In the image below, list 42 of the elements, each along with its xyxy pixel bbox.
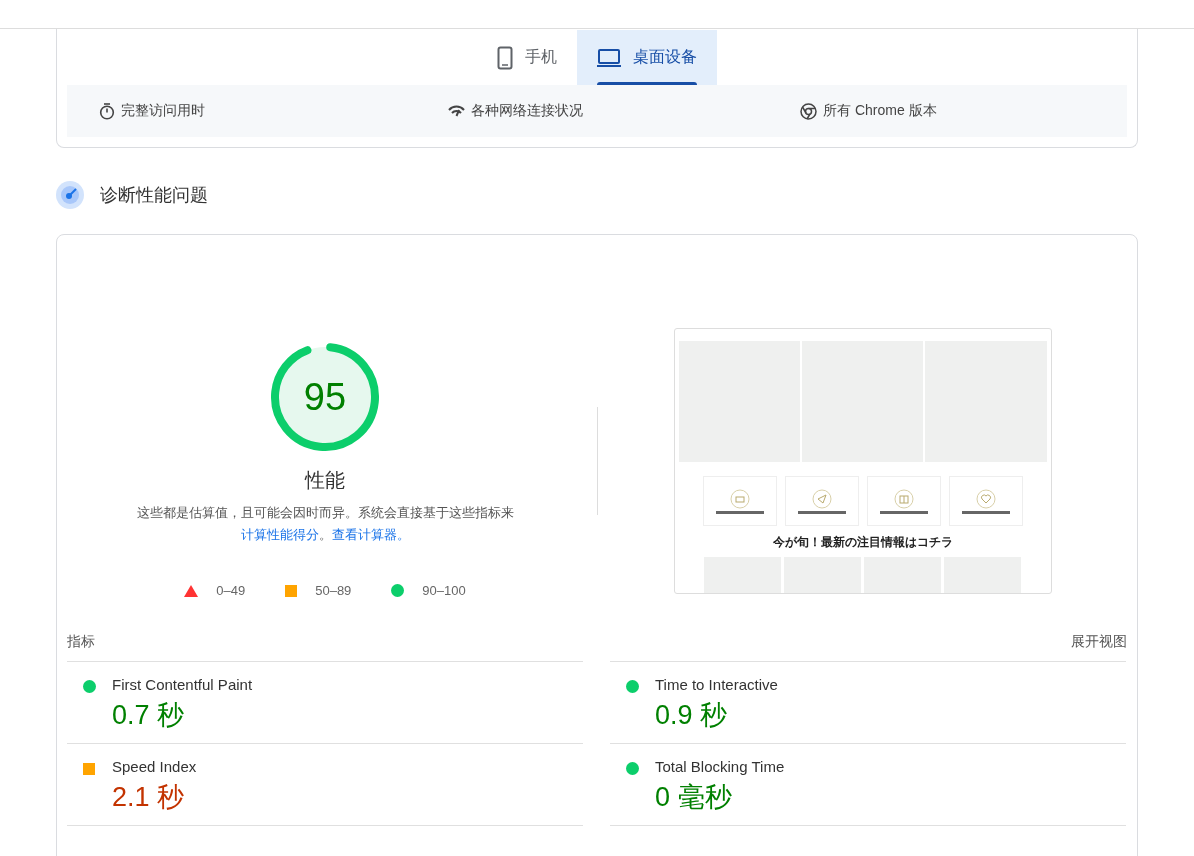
legend-range: 50–89 bbox=[315, 583, 352, 598]
laptop-icon bbox=[597, 48, 621, 67]
feature-icon bbox=[893, 488, 914, 509]
triangle-icon bbox=[184, 584, 199, 597]
metric-value: 0.7 秒 bbox=[112, 699, 186, 732]
description-link[interactable]: 查看计算器。 bbox=[331, 527, 410, 542]
dot-icon bbox=[391, 584, 405, 597]
metric-value: 0.9 秒 bbox=[655, 699, 729, 732]
info-text: 完整访问用时 bbox=[121, 102, 205, 120]
chrome-icon bbox=[800, 102, 817, 120]
score-gauge: 95 bbox=[269, 341, 381, 453]
diagnose-icon bbox=[56, 181, 84, 209]
feature-icon bbox=[811, 488, 832, 509]
square-icon bbox=[285, 584, 298, 597]
feature-icon bbox=[729, 488, 750, 509]
info-text: 所有 Chrome 版本 bbox=[823, 102, 937, 120]
screenshot-headline: 今が旬！最新の注目情報はコチラ bbox=[771, 534, 954, 551]
feature-icon bbox=[975, 488, 996, 509]
info-text: 各种网络连接状况 bbox=[471, 102, 583, 120]
legend-range: 0–49 bbox=[216, 583, 246, 598]
description-link[interactable]: 计算性能得分 bbox=[240, 527, 319, 542]
metric-value: 0 毫秒 bbox=[655, 781, 733, 814]
square-icon bbox=[83, 763, 95, 775]
signal-icon bbox=[448, 105, 465, 117]
metric-name: Time to Interactive bbox=[655, 676, 779, 693]
section-title: 诊断性能问题 bbox=[100, 184, 208, 207]
gauge-label: 性能 bbox=[305, 468, 345, 493]
metric-name: Total Blocking Time bbox=[655, 758, 786, 775]
device-tab[interactable]: 桌面设备 bbox=[577, 30, 717, 85]
metric-name: Speed Index bbox=[112, 758, 198, 775]
metrics-title: 指标 bbox=[67, 633, 95, 651]
expand-view-link[interactable]: 展开视图 bbox=[1071, 633, 1127, 651]
dot-icon bbox=[626, 762, 639, 775]
phone-icon bbox=[497, 45, 513, 70]
dot-icon bbox=[83, 680, 96, 693]
device-tab[interactable]: 手机 bbox=[477, 30, 577, 85]
score-description: 这些都是估算值，且可能会因时而异。系统会直接基于这些指标来 计算性能得分。查看计算器。 bbox=[135, 504, 515, 544]
metric-value: 2.1 秒 bbox=[112, 781, 186, 814]
dot-icon bbox=[626, 680, 639, 693]
legend-range: 90–100 bbox=[422, 583, 466, 598]
metric-name: First Contentful Paint bbox=[112, 676, 254, 693]
stopwatch-icon bbox=[99, 102, 115, 120]
